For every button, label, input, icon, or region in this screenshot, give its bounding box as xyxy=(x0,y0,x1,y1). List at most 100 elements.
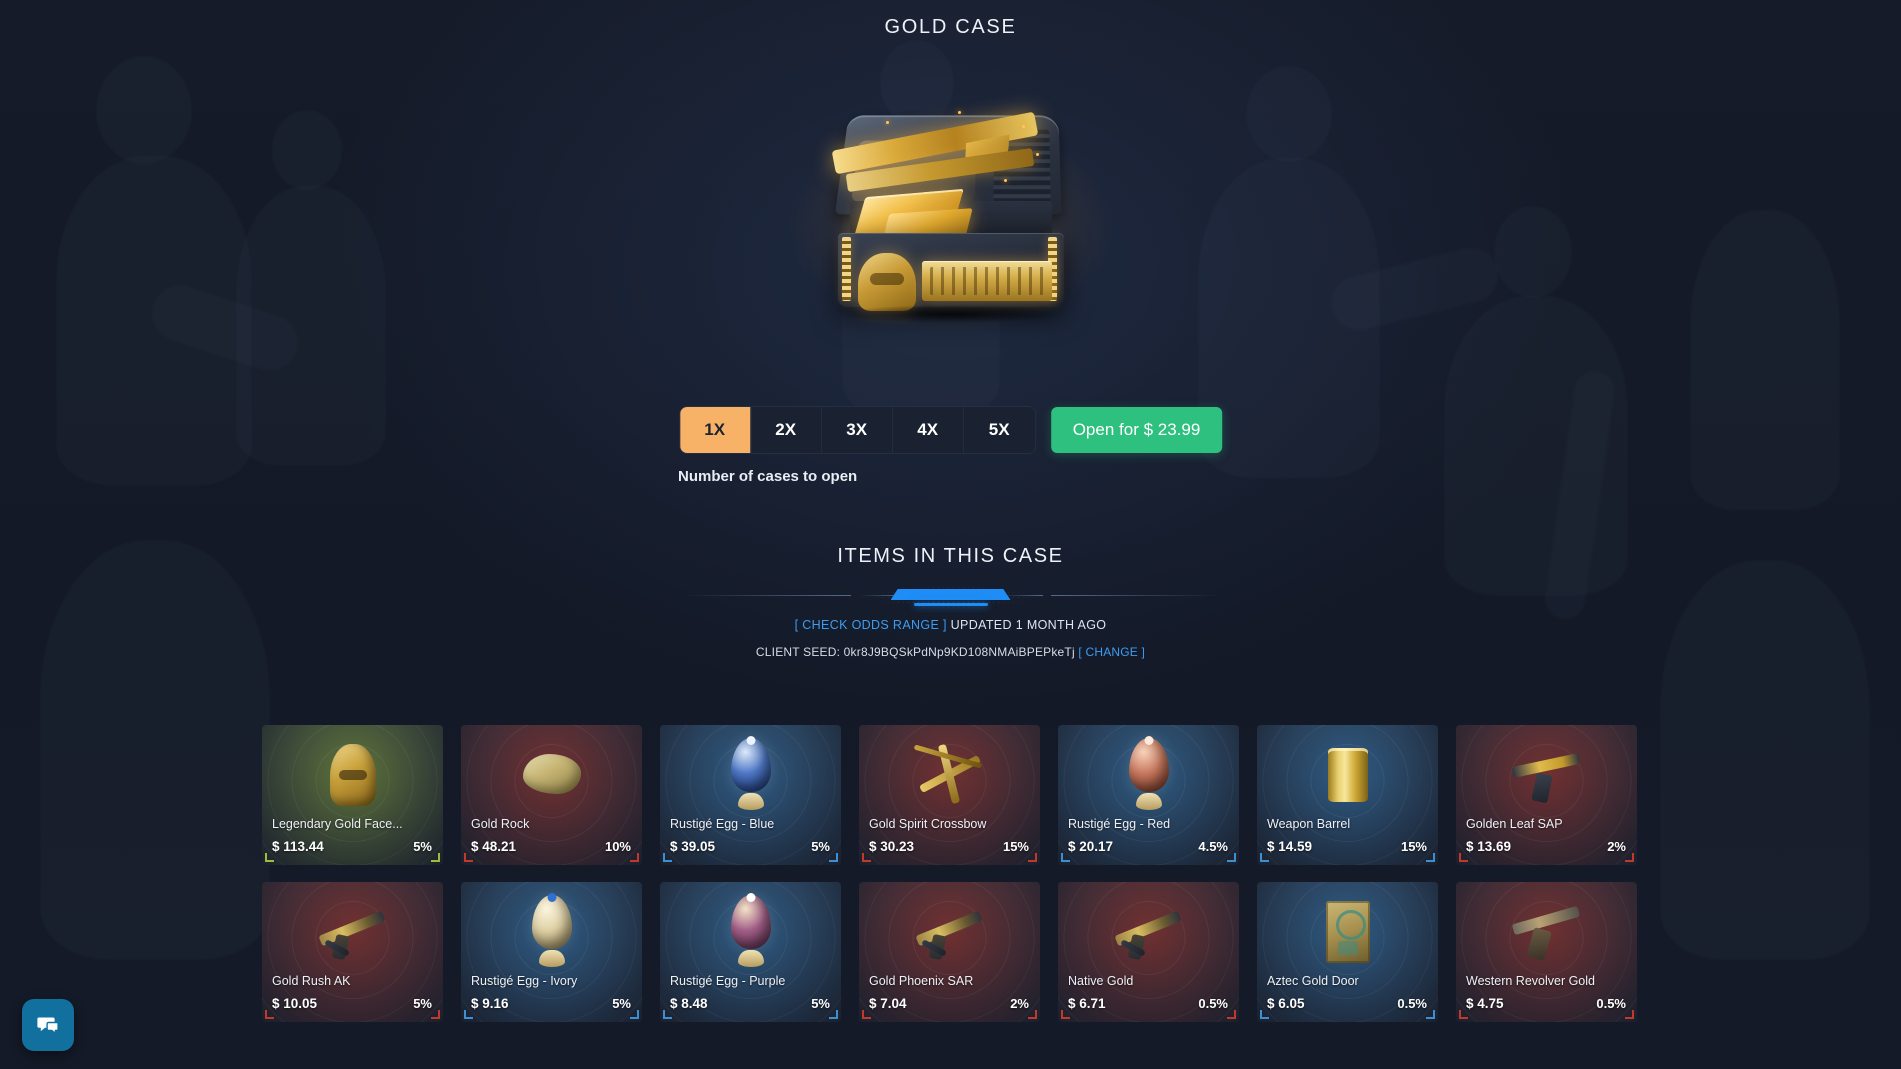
item-odds: 10% xyxy=(604,839,631,854)
item-art xyxy=(859,890,1040,974)
item-card[interactable]: Gold Phoenix SAR $ 7.04 2% xyxy=(859,882,1040,1022)
item-art-crossbow xyxy=(911,736,989,814)
client-seed-value: 0kr8J9BQSkPdNp9KD108NMAiBPEPkeTj xyxy=(843,645,1075,659)
chat-bubbles-icon xyxy=(37,1017,59,1035)
item-name: Western Revolver Gold xyxy=(1466,974,1595,988)
page-title: GOLD CASE xyxy=(884,16,1017,38)
item-art-egg xyxy=(1110,736,1188,814)
client-seed-line: CLIENT SEED: 0kr8J9BQSkPdNp9KD108NMAiBPE… xyxy=(0,645,1901,659)
item-price: $ 14.59 xyxy=(1267,839,1313,854)
item-art xyxy=(1058,733,1239,817)
treasure-chest-icon xyxy=(826,105,1076,323)
item-name: Native Gold xyxy=(1068,974,1134,988)
multiplier-3x[interactable]: 3X xyxy=(821,407,893,453)
item-art-rock xyxy=(522,754,581,794)
item-art xyxy=(461,890,642,974)
item-name: Rustigé Egg - Red xyxy=(1068,817,1171,831)
item-art xyxy=(1058,890,1239,974)
item-art-egg xyxy=(712,893,790,971)
items-section-heading: ITEMS IN THIS CASE xyxy=(837,545,1064,567)
item-art xyxy=(1257,733,1438,817)
item-art xyxy=(660,733,841,817)
cases-to-open-label: Number of cases to open xyxy=(678,468,858,485)
item-art xyxy=(660,890,841,974)
section-divider xyxy=(671,583,1231,609)
item-art-revolver xyxy=(1508,893,1586,971)
item-price: $ 4.75 xyxy=(1466,996,1504,1011)
item-card[interactable]: Gold Rush AK $ 10.05 5% xyxy=(262,882,443,1022)
case-image xyxy=(785,105,1116,335)
odds-updated-text: UPDATED 1 MONTH AGO xyxy=(950,618,1107,632)
item-card[interactable]: Western Revolver Gold $ 4.75 0.5% xyxy=(1456,882,1637,1022)
item-card[interactable]: Gold Rock $ 48.21 10% xyxy=(461,725,642,865)
item-price: $ 10.05 xyxy=(272,996,318,1011)
item-price: $ 6.71 xyxy=(1068,996,1106,1011)
item-price: $ 9.16 xyxy=(471,996,509,1011)
case-open-controls: 1X 2X 3X 4X 5X Open for $ 23.99 xyxy=(678,406,1223,454)
multiplier-2x[interactable]: 2X xyxy=(750,407,822,453)
check-odds-range-link[interactable]: [ CHECK ODDS RANGE ] xyxy=(795,618,947,632)
item-price: $ 7.04 xyxy=(869,996,907,1011)
item-odds: 15% xyxy=(1400,839,1427,854)
item-card[interactable]: Weapon Barrel $ 14.59 15% xyxy=(1257,725,1438,865)
item-price: $ 13.69 xyxy=(1466,839,1512,854)
item-art xyxy=(1257,890,1438,974)
item-art-egg xyxy=(712,736,790,814)
item-art xyxy=(461,733,642,817)
item-card[interactable]: Aztec Gold Door $ 6.05 0.5% xyxy=(1257,882,1438,1022)
multiplier-5x[interactable]: 5X xyxy=(963,407,1035,453)
item-art-rifle xyxy=(314,893,392,971)
change-seed-link[interactable]: [ CHANGE ] xyxy=(1078,645,1145,659)
item-name: Legendary Gold Face... xyxy=(272,817,403,831)
item-price: $ 8.48 xyxy=(670,996,708,1011)
item-card[interactable]: Rustigé Egg - Blue $ 39.05 5% xyxy=(660,725,841,865)
chat-support-button[interactable] xyxy=(22,999,74,1051)
multiplier-4x[interactable]: 4X xyxy=(892,407,964,453)
item-odds: 0.5% xyxy=(1198,996,1228,1011)
item-odds: 5% xyxy=(811,839,830,854)
item-art-mask xyxy=(329,744,376,806)
open-case-button[interactable]: Open for $ 23.99 xyxy=(1050,407,1223,453)
item-card[interactable]: Gold Spirit Crossbow $ 30.23 15% xyxy=(859,725,1040,865)
item-name: Gold Spirit Crossbow xyxy=(869,817,987,831)
client-seed-label: CLIENT SEED: xyxy=(755,645,841,659)
item-odds: 0.5% xyxy=(1596,996,1626,1011)
item-name: Gold Rush AK xyxy=(272,974,351,988)
item-card[interactable]: Rustigé Egg - Ivory $ 9.16 5% xyxy=(461,882,642,1022)
item-odds: 0.5% xyxy=(1397,996,1427,1011)
item-card[interactable]: Rustigé Egg - Purple $ 8.48 5% xyxy=(660,882,841,1022)
item-odds: 2% xyxy=(1607,839,1626,854)
item-card[interactable]: Rustigé Egg - Red $ 20.17 4.5% xyxy=(1058,725,1239,865)
item-art xyxy=(1456,733,1637,817)
item-art-rifle xyxy=(911,893,989,971)
item-art-pistol xyxy=(1508,736,1586,814)
item-price: $ 113.44 xyxy=(272,839,324,854)
multiplier-1x[interactable]: 1X xyxy=(679,407,751,453)
item-name: Rustigé Egg - Purple xyxy=(670,974,786,988)
item-name: Gold Rock xyxy=(471,817,530,831)
item-card[interactable]: Legendary Gold Face... $ 113.44 5% xyxy=(262,725,443,865)
odds-info-line: [ CHECK ODDS RANGE ] UPDATED 1 MONTH AGO xyxy=(0,618,1901,632)
item-name: Aztec Gold Door xyxy=(1267,974,1359,988)
item-name: Rustigé Egg - Ivory xyxy=(471,974,578,988)
item-odds: 2% xyxy=(1010,996,1029,1011)
item-art-rifle xyxy=(1110,893,1188,971)
items-grid: Legendary Gold Face... $ 113.44 5% Gold Roc… xyxy=(262,725,1644,1022)
item-price: $ 48.21 xyxy=(471,839,517,854)
item-odds: 5% xyxy=(413,839,432,854)
item-art xyxy=(1456,890,1637,974)
item-name: Gold Phoenix SAR xyxy=(869,974,974,988)
item-odds: 15% xyxy=(1002,839,1029,854)
multiplier-group: 1X 2X 3X 4X 5X xyxy=(678,406,1036,454)
item-price: $ 30.23 xyxy=(869,839,915,854)
item-odds: 5% xyxy=(612,996,631,1011)
item-art-egg xyxy=(513,893,591,971)
item-card[interactable]: Native Gold $ 6.71 0.5% xyxy=(1058,882,1239,1022)
item-art-door xyxy=(1325,901,1370,963)
item-odds: 5% xyxy=(413,996,432,1011)
item-odds: 5% xyxy=(811,996,830,1011)
item-name: Golden Leaf SAP xyxy=(1466,817,1563,831)
item-odds: 4.5% xyxy=(1198,839,1228,854)
item-card[interactable]: Golden Leaf SAP $ 13.69 2% xyxy=(1456,725,1637,865)
item-art xyxy=(262,890,443,974)
